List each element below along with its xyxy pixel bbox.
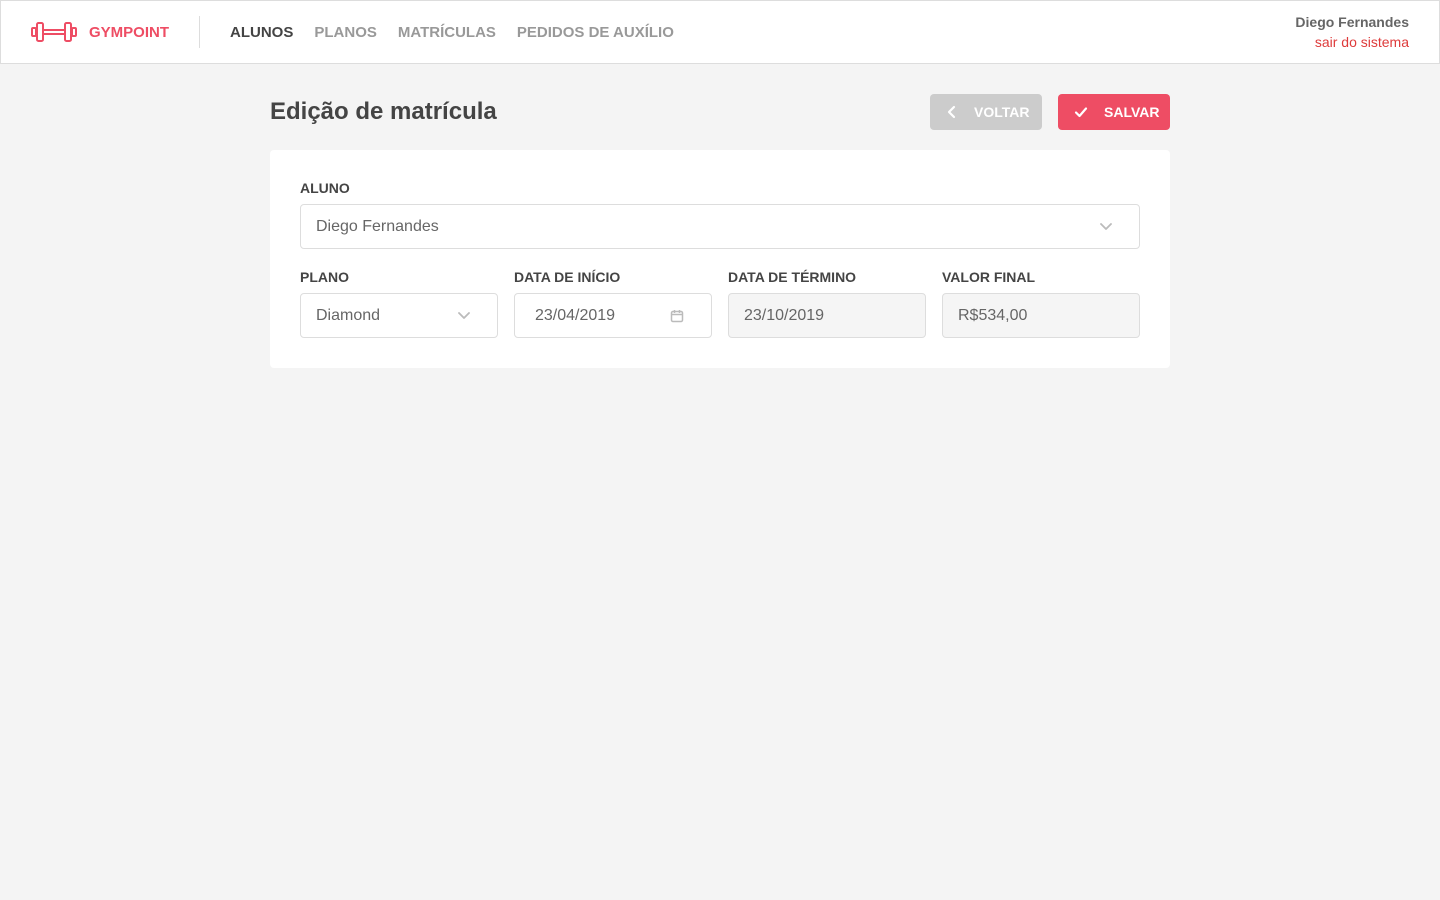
check-icon bbox=[1074, 105, 1088, 119]
page-header: Edição de matrícula VOLTAR SALVAR bbox=[270, 94, 1170, 130]
student-select-value: Diego Fernandes bbox=[316, 217, 439, 235]
enrollment-form: ALUNO Diego Fernandes PLANO Diamond DATA… bbox=[270, 150, 1170, 368]
dumbbell-icon bbox=[31, 20, 77, 44]
save-button[interactable]: SALVAR bbox=[1058, 94, 1170, 130]
student-select[interactable]: Diego Fernandes bbox=[300, 204, 1140, 249]
nav-item-alunos[interactable]: ALUNOS bbox=[230, 24, 293, 41]
final-price-label: VALOR FINAL bbox=[942, 269, 1036, 285]
nav-item-planos[interactable]: PLANOS bbox=[314, 24, 377, 41]
end-date-value: 23/10/2019 bbox=[744, 306, 825, 324]
back-button-label: VOLTAR bbox=[974, 104, 1030, 120]
student-field-group: ALUNO Diego Fernandes bbox=[300, 180, 1140, 249]
end-date-field-group: DATA DE TÉRMINO 23/10/2019 bbox=[728, 269, 926, 338]
final-price-field: R$534,00 bbox=[942, 293, 1140, 338]
brand-name: GYMPOINT bbox=[89, 23, 170, 41]
start-date-input[interactable]: 23/04/2019 bbox=[514, 293, 712, 338]
plan-select-value: Diamond bbox=[316, 306, 381, 324]
plan-dates-row: PLANO Diamond DATA DE INÍCIO 23/04/2019 … bbox=[300, 269, 1140, 338]
chevron-left-icon bbox=[946, 105, 958, 119]
start-date-label: DATA DE INÍCIO bbox=[514, 269, 621, 285]
logout-link[interactable]: sair do sistema bbox=[1295, 34, 1409, 50]
final-price-field-group: VALOR FINAL R$534,00 bbox=[942, 269, 1140, 338]
page-actions: VOLTAR SALVAR bbox=[930, 94, 1170, 130]
start-date-value: 23/04/2019 bbox=[535, 306, 616, 324]
main-nav: ALUNOS PLANOS MATRÍCULAS PEDIDOS DE AUXÍ… bbox=[230, 24, 695, 41]
page-title: Edição de matrícula bbox=[270, 98, 497, 125]
student-label: ALUNO bbox=[300, 180, 350, 196]
start-date-field-group: DATA DE INÍCIO 23/04/2019 bbox=[514, 269, 712, 338]
calendar-icon[interactable] bbox=[670, 309, 684, 323]
brand[interactable]: GYMPOINT bbox=[31, 16, 201, 48]
final-price-value: R$534,00 bbox=[958, 306, 1028, 324]
user-name: Diego Fernandes bbox=[1295, 14, 1409, 30]
plan-select[interactable]: Diamond bbox=[300, 293, 498, 338]
top-navbar: GYMPOINT ALUNOS PLANOS MATRÍCULAS PEDIDO… bbox=[0, 0, 1440, 64]
chevron-down-icon[interactable] bbox=[458, 311, 470, 320]
chevron-down-icon[interactable] bbox=[1100, 222, 1112, 231]
save-button-label: SALVAR bbox=[1104, 104, 1160, 120]
end-date-label: DATA DE TÉRMINO bbox=[728, 269, 857, 285]
plan-field-group: PLANO Diamond bbox=[300, 269, 498, 338]
nav-item-matriculas[interactable]: MATRÍCULAS bbox=[398, 24, 496, 41]
plan-label: PLANO bbox=[300, 269, 349, 285]
back-button[interactable]: VOLTAR bbox=[930, 94, 1042, 130]
end-date-field: 23/10/2019 bbox=[728, 293, 926, 338]
nav-item-pedidos-de-auxilio[interactable]: PEDIDOS DE AUXÍLIO bbox=[517, 24, 674, 41]
user-profile: Diego Fernandes sair do sistema bbox=[1295, 14, 1409, 50]
